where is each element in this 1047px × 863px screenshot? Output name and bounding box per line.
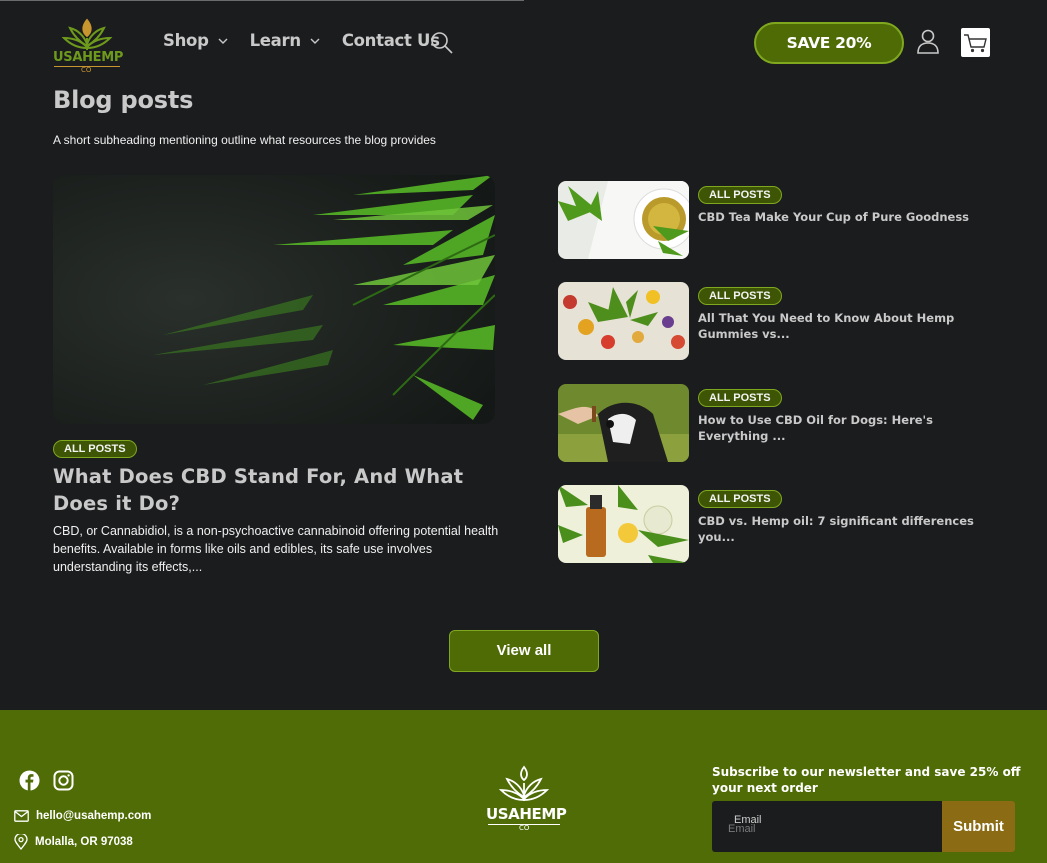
site-footer: hello@usahemp.com Molalla, OR 97038 USAH…	[0, 710, 1047, 863]
post-tag[interactable]: ALL POSTS	[698, 389, 782, 407]
list-item: ALL POSTS All That You Need to Know Abou…	[558, 282, 988, 362]
search-icon	[431, 32, 453, 54]
chevron-down-icon	[310, 38, 320, 44]
email-field[interactable]	[728, 819, 928, 839]
footer-logo-wordmark: USAHEMP	[486, 805, 567, 823]
gummies-image	[558, 282, 689, 360]
post-tag[interactable]: ALL POSTS	[698, 490, 782, 508]
footer-logo-sub: CO	[519, 824, 530, 832]
nav-learn[interactable]: Learn	[250, 31, 320, 50]
mail-icon	[14, 810, 29, 822]
facebook-link[interactable]	[19, 770, 40, 791]
post-title[interactable]: All That You Need to Know About Hemp Gum…	[698, 310, 978, 342]
post-tag[interactable]: ALL POSTS	[698, 287, 782, 305]
nav-contact[interactable]: Contact Us	[342, 31, 440, 50]
logo-wordmark: USAHEMP	[53, 50, 124, 65]
post-thumbnail[interactable]	[558, 384, 689, 462]
footer-location-text: Molalla, OR 97038	[35, 836, 133, 848]
page-title: Blog posts	[53, 86, 194, 114]
nav-learn-label: Learn	[249, 31, 302, 50]
newsletter-title: Subscribe to our newsletter and save 25%…	[712, 765, 1021, 795]
instagram-icon	[53, 770, 74, 791]
view-all-button[interactable]: View all	[449, 630, 599, 672]
nav-shop-label: Shop	[163, 31, 209, 50]
list-item: ALL POSTS How to Use CBD Oil for Dogs: H…	[558, 384, 988, 464]
logo-text: USAHEMP	[53, 50, 123, 65]
location-pin-icon	[14, 834, 28, 850]
tea-cup-image	[558, 181, 689, 259]
hemp-leaves-image	[53, 175, 495, 424]
post-thumbnail[interactable]	[558, 282, 689, 360]
post-title[interactable]: CBD vs. Hemp oil: 7 significant differen…	[698, 513, 978, 545]
footer-email-text: hello@usahemp.com	[36, 810, 152, 822]
footer-location: Molalla, OR 97038	[14, 834, 133, 850]
post-tag[interactable]: ALL POSTS	[698, 186, 782, 204]
post-title[interactable]: How to Use CBD Oil for Dogs: Here's Ever…	[698, 412, 978, 444]
list-item: ALL POSTS CBD Tea Make Your Cup of Pure …	[558, 181, 988, 261]
search-button[interactable]	[430, 31, 454, 55]
submit-button[interactable]: Submit	[942, 801, 1015, 852]
featured-post-excerpt: CBD, or Cannabidiol, is a non-psychoacti…	[53, 524, 499, 574]
footer-email[interactable]: hello@usahemp.com	[14, 810, 151, 822]
logo-sub: CO	[81, 66, 92, 74]
footer-logo[interactable]: USAHEMP CO	[484, 765, 567, 835]
post-thumbnail[interactable]	[558, 485, 689, 563]
facebook-icon	[19, 770, 40, 791]
site-header: USAHEMP CO Shop Learn Contact Us SAVE 20…	[0, 0, 1047, 86]
nav-contact-label: Contact Us	[341, 31, 440, 50]
cart-icon	[964, 34, 987, 53]
post-thumbnail[interactable]	[558, 181, 689, 259]
blog-subheading: A short subheading mentioning outline wh…	[53, 133, 436, 147]
account-button[interactable]	[916, 29, 940, 55]
site-logo[interactable]: USAHEMP CO	[52, 12, 123, 74]
account-icon	[917, 29, 939, 54]
chevron-down-icon	[218, 38, 228, 44]
dog-oil-image	[558, 384, 689, 462]
hemp-oil-image	[558, 485, 689, 563]
hemp-leaf-icon	[498, 765, 550, 801]
save-button[interactable]: SAVE 20%	[754, 22, 904, 64]
post-title[interactable]: CBD Tea Make Your Cup of Pure Goodness	[698, 209, 978, 225]
main-nav: Shop Learn Contact Us	[163, 31, 440, 50]
nav-shop[interactable]: Shop	[163, 31, 228, 50]
list-item: ALL POSTS CBD vs. Hemp oil: 7 significan…	[558, 485, 988, 565]
featured-post-image[interactable]	[53, 175, 495, 424]
newsletter-email-wrap: Email	[712, 801, 942, 852]
instagram-link[interactable]	[53, 770, 74, 791]
cart-button[interactable]	[961, 28, 990, 57]
featured-post-title[interactable]: What Does CBD Stand For, And What Does i…	[53, 463, 493, 517]
featured-post-tag[interactable]: ALL POSTS	[53, 440, 137, 458]
